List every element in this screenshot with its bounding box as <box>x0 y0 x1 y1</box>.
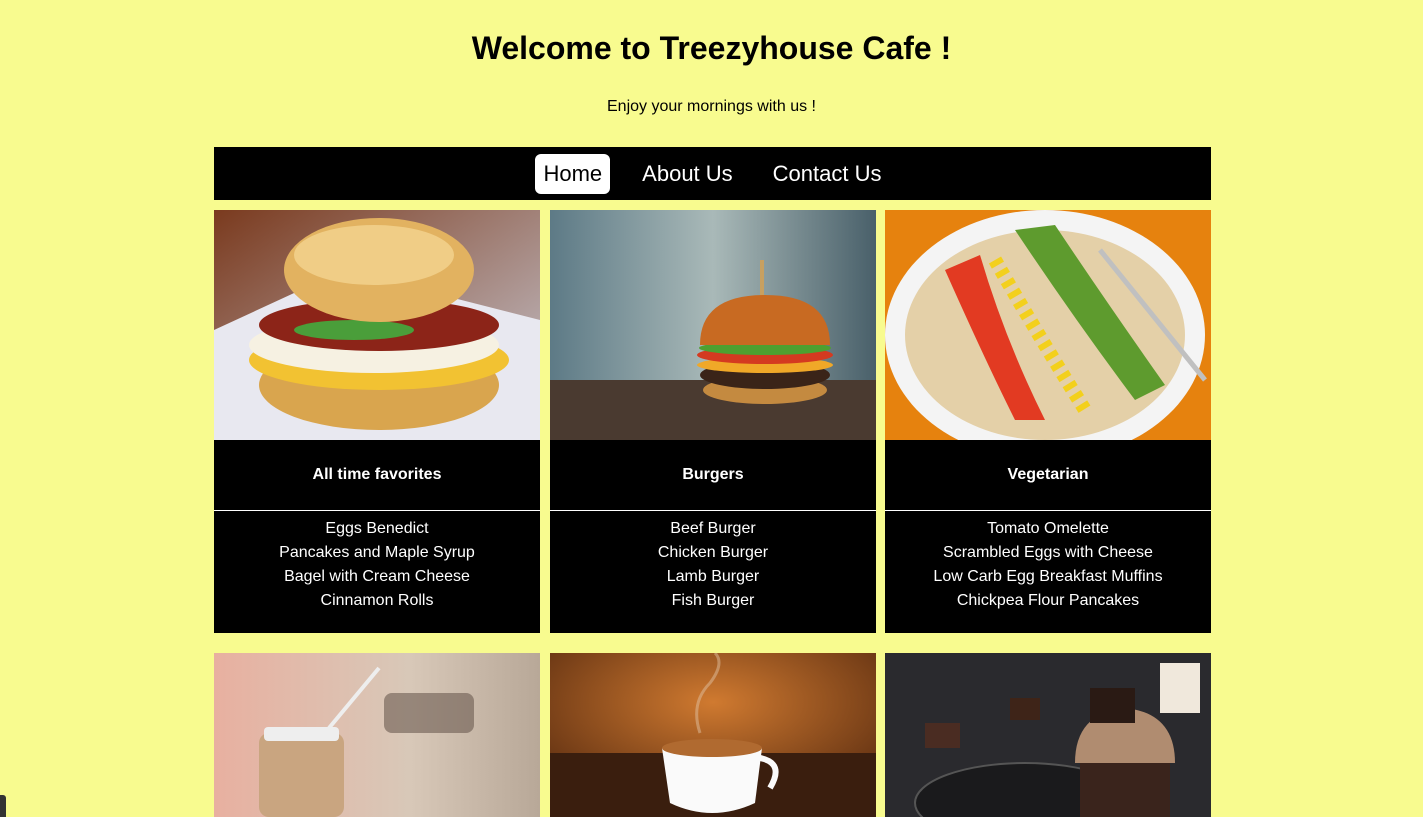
nav-home[interactable]: Home <box>535 153 611 194</box>
card-title: Vegetarian <box>885 440 1211 511</box>
hot-coffee-photo <box>550 653 876 817</box>
card-menu-list: Eggs Benedict Pancakes and Maple Syrup B… <box>214 511 540 633</box>
page-title: Welcome to Treezyhouse Cafe ! <box>471 30 952 66</box>
list-item: Chickpea Flour Pancakes <box>956 592 1140 609</box>
list-item: Pancakes and Maple Syrup <box>279 544 475 561</box>
card-menu-list: Tomato Omelette Scrambled Eggs with Chee… <box>885 511 1211 633</box>
window-resize-handle <box>0 795 6 817</box>
nav-about-us[interactable]: About Us <box>634 154 741 194</box>
main-nav: Home About Us Contact Us <box>214 147 1211 200</box>
iced-coffee-photo <box>214 653 540 817</box>
list-item: Cinnamon Rolls <box>320 592 434 609</box>
page-subtitle: Enjoy your mornings with us ! <box>607 98 816 115</box>
burger-photo <box>550 210 876 440</box>
list-item: Eggs Benedict <box>325 520 429 537</box>
card-title: Burgers <box>550 440 876 511</box>
vegetarian-plate-photo <box>885 210 1211 440</box>
list-item: Bagel with Cream Cheese <box>284 568 470 585</box>
menu-card-vegetarian: Vegetarian Tomato Omelette Scrambled Egg… <box>885 210 1211 633</box>
menu-card-favorites: All time favorites Eggs Benedict Pancake… <box>214 210 540 633</box>
list-item: Low Carb Egg Breakfast Muffins <box>933 568 1163 585</box>
list-item: Scrambled Eggs with Cheese <box>943 544 1153 561</box>
list-item: Chicken Burger <box>657 544 769 561</box>
breakfast-sandwich-photo <box>214 210 540 440</box>
list-item: Beef Burger <box>670 520 756 537</box>
list-item: Fish Burger <box>671 592 755 609</box>
list-item: Tomato Omelette <box>987 520 1109 537</box>
chocolate-cupcake-photo <box>885 653 1211 817</box>
list-item: Lamb Burger <box>666 568 760 585</box>
card-title: All time favorites <box>214 440 540 511</box>
card-menu-list: Beef Burger Chicken Burger Lamb Burger F… <box>550 511 876 633</box>
nav-contact-us[interactable]: Contact Us <box>765 154 890 194</box>
menu-card-burgers: Burgers Beef Burger Chicken Burger Lamb … <box>550 210 876 633</box>
